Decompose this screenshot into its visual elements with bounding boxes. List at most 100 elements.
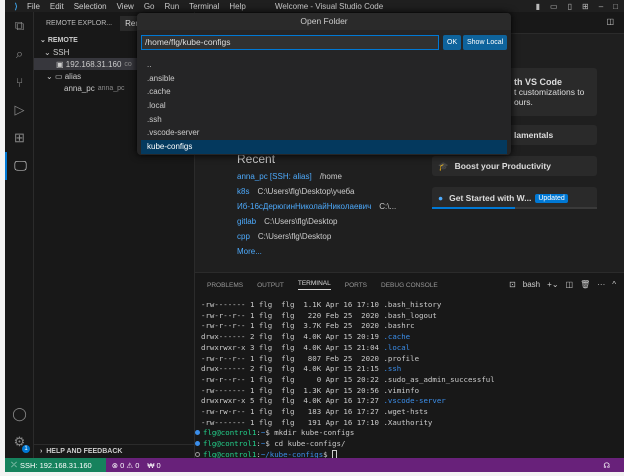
ls-name: .profile — [383, 353, 420, 363]
host-label: 192.168.31.160 — [65, 59, 122, 69]
command-status-dot — [195, 430, 200, 436]
recent-name[interactable]: gitlab — [237, 217, 256, 226]
source-control-icon[interactable]: ⑂ — [5, 68, 34, 96]
menu-view[interactable]: View — [117, 2, 134, 11]
prompt-command: mkdir kube-configs — [269, 428, 355, 438]
search-icon[interactable]: ⌕ — [5, 40, 34, 68]
recent-name[interactable]: anna_pc [SSH: alias] — [237, 172, 312, 181]
alias-label: alias — [64, 71, 82, 81]
recent-item[interactable]: cpp C:\Users\flg\Desktop — [237, 232, 396, 247]
show-local-button[interactable]: Show Local — [463, 35, 508, 50]
sidebar-toggle-icon[interactable]: ▯ — [568, 2, 572, 11]
ls-meta: -rw------- 1 flg flg 1.1K Apr 16 17:10 — [201, 300, 384, 309]
recent-item[interactable]: anna_pc [SSH: alias] /home — [237, 172, 396, 187]
folder-item[interactable]: .. — [141, 58, 507, 72]
account-icon[interactable]: ◯ — [5, 400, 34, 428]
settings-gear-icon[interactable]: ⚙ 1 — [5, 428, 34, 456]
tab-output[interactable]: OUTPUT — [257, 282, 284, 289]
ls-meta: -rw------- 1 flg flg 191 Apr 16 17:10 — [201, 417, 384, 427]
run-debug-icon[interactable]: ▷ — [5, 96, 34, 124]
folder-item[interactable]: .local — [141, 99, 507, 113]
prompt-command: cd kube-configs/ — [269, 439, 346, 449]
folder-item[interactable]: .ansible — [141, 72, 507, 86]
walkthrough-progress — [432, 207, 597, 209]
folder-item[interactable]: .ssh — [141, 113, 507, 127]
wsl-icon: ● — [438, 193, 444, 203]
ls-name: .Xauthority — [383, 417, 433, 427]
recent-path: C:\Users\flg\Desktop — [264, 217, 338, 226]
menu-go[interactable]: Go — [144, 2, 155, 11]
notifications-icon[interactable]: ☊ — [603, 461, 610, 470]
panel-toggle-icon[interactable]: ▭ — [550, 2, 558, 11]
help-label: HELP AND FEEDBACK — [46, 448, 123, 455]
dialog-title: Open Folder — [137, 13, 511, 30]
section-label: REMOTE — [47, 36, 78, 44]
recent-name[interactable]: Иб-16сДерюгинНиколайНиколаевич — [237, 202, 371, 211]
terminal-line: -rw------- 1 flg flg 1.1K Apr 16 17:10 .… — [201, 300, 495, 311]
recent-item[interactable]: Иб-16сДерюгинНиколайНиколаевич C:\... — [237, 202, 396, 217]
host-detail: co — [124, 60, 132, 68]
prompt-path: ~ — [260, 439, 266, 449]
recent-name[interactable]: k8s — [237, 187, 249, 196]
problems-indicator[interactable]: ⊗ 0 ⚠ 0 — [112, 461, 140, 470]
extensions-icon[interactable]: ⊞ — [5, 124, 34, 152]
prompt-user: flg@control1 — [203, 439, 257, 449]
prompt-line: flg@control1:~$ cd kube-configs/ — [195, 439, 495, 450]
customize-layout-icon[interactable]: ⊞ — [582, 2, 589, 11]
ls-meta: drwxrwxr-x 3 flg flg 4.0K Apr 15 21:04 — [201, 342, 384, 352]
card-title: lamentals — [514, 130, 554, 140]
split-editor-icon[interactable]: ◫ — [606, 17, 614, 26]
shell-label[interactable]: bash — [523, 280, 540, 289]
walkthrough-card-getstarted[interactable]: ● Get Started with W... Updated — [432, 187, 597, 209]
trash-icon[interactable]: 🗑 — [580, 280, 590, 289]
tab-debug-console[interactable]: DEBUG CONSOLE — [381, 282, 438, 289]
remote-indicator[interactable]: ⤫ SSH: 192.168.31.160 — [5, 458, 106, 472]
terminal-icon: ⊡ — [509, 280, 516, 289]
terminal-line: -rw-rw-r-- 1 flg flg 183 Apr 16 17:27 .w… — [201, 407, 495, 418]
menu-edit[interactable]: Edit — [50, 2, 64, 11]
remote-explorer-icon[interactable]: 🖵 — [5, 152, 34, 180]
folder-item[interactable]: .vscode-server — [141, 126, 507, 140]
help-feedback-section[interactable]: › HELP AND FEEDBACK — [34, 444, 195, 458]
menu-help[interactable]: Help — [229, 2, 245, 11]
ls-meta: -rw-r--r-- 1 flg flg 0 Apr 15 20:22 — [201, 374, 384, 384]
more-icon[interactable]: ··· — [597, 280, 605, 289]
folder-path-input[interactable]: /home/flg/kube-configs — [141, 35, 439, 50]
walkthrough-card-productivity[interactable]: 🎓 Boost your Productivity — [432, 156, 597, 176]
tab-problems[interactable]: PROBLEMS — [207, 282, 243, 289]
explorer-icon[interactable]: ⧉ — [5, 12, 34, 40]
ports-indicator[interactable]: ₩ 0 — [147, 461, 160, 470]
more-link[interactable]: More... — [237, 247, 262, 256]
ok-button[interactable]: OK — [443, 35, 462, 50]
recent-name[interactable]: cpp — [237, 232, 250, 241]
recent-item[interactable]: k8s C:\Users\flg\Desktop\учеба — [237, 187, 396, 202]
card-title: Boost your Productivity — [454, 161, 551, 171]
monitor-icon: ▣ — [56, 59, 66, 69]
maximize-button[interactable]: □ — [613, 2, 618, 11]
terminal-line: drwxrwxr-x 3 flg flg 4.0K Apr 15 21:04 .… — [201, 343, 495, 354]
folder-item[interactable]: kube-configs — [141, 140, 507, 154]
new-terminal-icon[interactable]: +⌄ — [547, 280, 558, 289]
menu-run[interactable]: Run — [164, 2, 179, 11]
terminal-line: -rw------- 1 flg flg 191 Apr 16 17:10 .X… — [201, 418, 495, 429]
maximize-panel-icon[interactable]: ^ — [612, 280, 616, 289]
ls-name: .bashrc — [383, 321, 415, 331]
mortarboard-icon: 🎓 — [438, 160, 449, 171]
vscode-window: ⟩ File Edit Selection View Go Run Terminal Help… — [5, 0, 624, 472]
tab-terminal[interactable]: TERMINAL — [297, 280, 331, 290]
recent-item[interactable]: gitlab C:\Users\flg\Desktop — [237, 217, 396, 232]
alias-child-label: anna_pc — [64, 83, 95, 93]
menu-file[interactable]: File — [27, 2, 40, 11]
menu-selection[interactable]: Selection — [74, 2, 107, 11]
menu-terminal[interactable]: Terminal — [189, 2, 219, 11]
folder-item[interactable]: .cache — [141, 85, 507, 99]
alias-child-detail: anna_pc — [97, 84, 125, 92]
minimize-button[interactable]: – — [599, 2, 603, 11]
tab-ports[interactable]: PORTS — [345, 282, 367, 289]
split-terminal-icon[interactable]: ◫ — [566, 280, 574, 289]
layout-icon[interactable]: ▮ — [536, 2, 540, 11]
status-bar: ⤫ SSH: 192.168.31.160 ⊗ 0 ⚠ 0 ₩ 0 ☊ — [5, 458, 624, 472]
vscode-logo-icon: ⟩ — [14, 1, 18, 11]
recent-path: C:\Users\flg\Desktop\учеба — [257, 187, 355, 196]
terminal-output[interactable]: -rw------- 1 flg flg 1.1K Apr 16 17:10 .… — [195, 300, 495, 461]
